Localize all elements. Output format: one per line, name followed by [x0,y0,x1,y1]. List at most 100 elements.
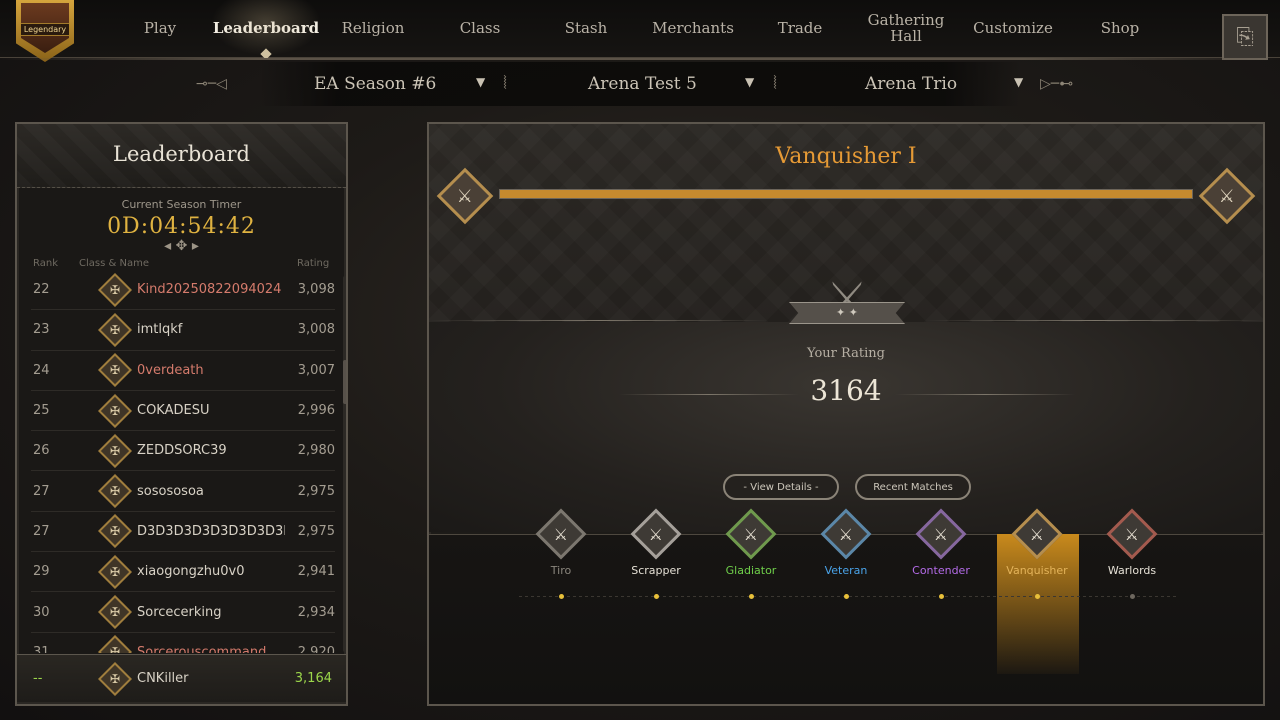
nav-class[interactable]: Class [440,0,520,56]
class-icon: ✠ [98,433,132,468]
class-icon: ✠ [98,514,132,549]
nav-shop[interactable]: Shop [1080,0,1160,56]
tier-marker-dot [749,594,754,599]
tier-gladiator[interactable]: ⚔ Gladiator [706,508,796,577]
tier-name: Contender [912,564,970,577]
table-row[interactable]: 30 ✠ Sorcecerking 2,934 [31,592,335,633]
season-dropdown[interactable]: EA Season #6 [314,62,436,106]
rank-panel: Vanquisher I ⚔ ⚔ ⚔ ✦ ✦ Your Rating 3164 … [427,122,1265,706]
tier-badge-icon: ⚔ [1011,508,1063,560]
nav-merchants[interactable]: Merchants [642,0,744,56]
rank-progress-fill [500,190,1192,198]
right-ornament-icon: ▷─⊷ [1040,76,1074,92]
leaderboard-panel: Leaderboard Current Season Timer 0D:04:5… [15,122,348,706]
class-icon: ✠ [98,353,132,388]
season-timer: 0D:04:54:42 [107,214,256,239]
tier-vanquisher[interactable]: ⚔ Vanquisher [992,508,1082,577]
scrollbar-track[interactable] [343,276,346,652]
nav-trade[interactable]: Trade [760,0,840,56]
tier-name: Warlords [1107,564,1157,577]
rank-progress-bar [499,189,1193,199]
tier-marker-dot [559,594,564,599]
class-icon: ✠ [98,474,132,509]
row-rating: 2,934 [297,604,335,620]
tier-contender[interactable]: ⚔ Contender [896,508,986,577]
nav-religion[interactable]: Religion [330,0,416,56]
table-row[interactable]: 29 ✠ xiaogongzhu0v0 2,941 [31,552,335,593]
tier-marker-dot [939,594,944,599]
table-row[interactable]: 31 ✠ Sorcerouscommand 2,920 [31,633,335,653]
tier-badge-icon: ⚔ [915,508,967,560]
table-row[interactable]: 22 ✠ Kind20250822094024 3,098 [31,270,335,311]
table-row[interactable]: 27 ✠ sosososoa 2,975 [31,471,335,512]
row-player-name: sosososoa [137,483,204,499]
tier-warlords[interactable]: ⚔ Warlords [1087,508,1177,577]
my-player-name: CNKiller [137,671,189,686]
season-timer-label: Current Season Timer [121,198,242,211]
row-rating: 3,007 [297,362,335,378]
row-rating: 2,941 [297,564,335,580]
timer-ornament-icon: ◂ ✥ ▸ [164,238,199,254]
tier-veteran[interactable]: ⚔ Veteran [801,508,891,577]
my-rating: 3,164 [294,671,332,686]
leaderboard-list[interactable]: 22 ✠ Kind20250822094024 3,098 23 ✠ imtlq… [31,270,335,653]
tier-name: Gladiator [725,564,777,577]
settings-button[interactable]: ⎘ [1222,14,1268,60]
table-row[interactable]: 27 ✠ D3D3D3D3D3D3D3D3D3 2,975 [31,512,335,553]
tier-scrapper[interactable]: ⚔ Scrapper [611,508,701,577]
row-player-name: Kind20250822094024 [137,282,282,298]
column-rank: Rank [33,258,58,269]
nav-play[interactable]: Play [120,0,200,56]
tier-tiro[interactable]: ⚔ Tiro [516,508,606,577]
mode-dropdown-arrow-icon[interactable]: ▼ [745,75,754,89]
left-ornament-icon: ⊸─◁ [196,76,227,92]
table-row[interactable]: 23 ✠ imtlqkf 3,008 [31,310,335,351]
season-dropdown-arrow-icon[interactable]: ▼ [476,75,485,89]
tier-marker-dot [1130,594,1135,599]
row-player-name: D3D3D3D3D3D3D3D3D3 [137,523,285,539]
tier-name: Vanquisher [1006,564,1068,577]
tier-marker-dot [1035,594,1040,599]
row-rank: 24 [33,362,50,378]
tier-dotted-line [519,596,1179,597]
nav-stash[interactable]: Stash [546,0,626,56]
table-row[interactable]: 26 ✠ ZEDDSORC39 2,980 [31,431,335,472]
bracket-dropdown-arrow-icon[interactable]: ▼ [1014,75,1023,89]
nav-customize[interactable]: Customize [964,0,1062,56]
table-row[interactable]: 25 ✠ COKADESU 2,996 [31,391,335,432]
view-details-button[interactable]: - View Details - [723,474,839,500]
leaderboard-title: Leaderboard [113,142,250,166]
nav-gathering-hall[interactable]: Gathering Hall [860,0,952,56]
class-icon: ✠ [98,554,132,589]
divider-ornament-icon: ⦚ [503,73,507,94]
row-player-name: Sorcecerking [137,604,222,620]
row-rank: 30 [33,604,50,620]
top-nav: Legendary Play Leaderboard Religion Clas… [0,0,1280,62]
bracket-dropdown[interactable]: Arena Trio [865,62,957,106]
nav-leaderboard[interactable]: Leaderboard [210,0,322,56]
rank-emblem[interactable]: Legendary [16,0,74,62]
my-rank-row[interactable]: -- ✠ CNKiller 3,164 [17,654,346,702]
divider-line [895,394,1075,395]
class-icon: ✠ [98,595,132,629]
row-rating: 2,980 [297,443,335,459]
scrollbar-thumb[interactable] [343,360,346,404]
mode-dropdown[interactable]: Arena Test 5 [588,62,697,106]
class-icon: ✠ [98,312,132,347]
tier-name: Tiro [550,564,572,577]
emblem-label: Legendary [21,23,69,36]
row-rank: 26 [33,443,50,459]
row-player-name: 0verdeath [137,362,204,378]
your-rating-value: 3164 [810,374,882,407]
tier-badge-icon: ⚔ [820,508,872,560]
row-rating: 3,008 [297,322,335,338]
tier-badge-icon: ⚔ [1106,508,1158,560]
class-icon: ✠ [98,661,132,696]
tier-badge-icon: ⚔ [535,508,587,560]
table-row[interactable]: 24 ✠ 0verdeath 3,007 [31,351,335,391]
recent-matches-button[interactable]: Recent Matches [855,474,971,500]
row-rank: 27 [33,523,50,539]
row-rank: 23 [33,322,50,338]
class-icon: ✠ [98,635,132,653]
row-rating: 2,996 [297,403,335,419]
